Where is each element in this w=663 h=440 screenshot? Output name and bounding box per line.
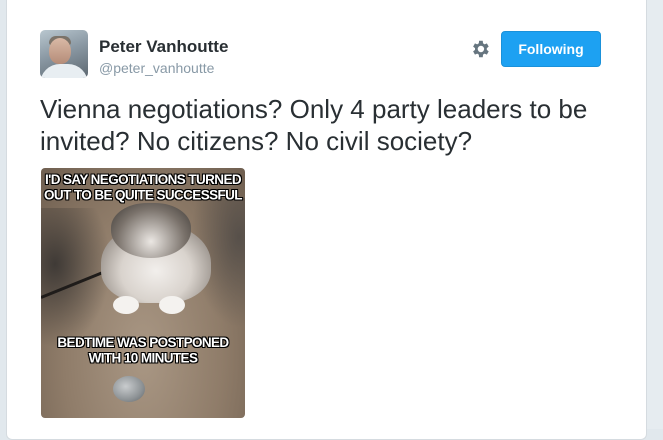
- coin: [113, 376, 145, 402]
- tweet-media-image[interactable]: I'D SAY NEGOTIATIONS TURNED OUT TO BE QU…: [41, 168, 245, 418]
- tweet-text: Vienna negotiations? Only 4 party leader…: [40, 94, 588, 156]
- kitten-head: [111, 203, 191, 258]
- avatar-shoulder: [40, 64, 88, 78]
- image-shadow: [41, 208, 111, 348]
- meme-bottom-caption: BEDTIME WAS POSTPONED WITH 10 MINUTES: [57, 334, 229, 366]
- following-button[interactable]: Following: [501, 31, 601, 67]
- gear-icon[interactable]: [469, 38, 491, 60]
- author-name[interactable]: Peter Vanhoutte: [99, 37, 228, 57]
- page-background-edge: [647, 0, 663, 429]
- avatar-face: [49, 38, 71, 64]
- author-handle[interactable]: @peter_vanhoutte: [99, 60, 214, 76]
- meme-top-caption: I'D SAY NEGOTIATIONS TURNED OUT TO BE QU…: [44, 171, 243, 203]
- kitten-paw: [113, 296, 139, 314]
- kitten-paw: [159, 296, 185, 314]
- author-avatar[interactable]: [40, 30, 88, 78]
